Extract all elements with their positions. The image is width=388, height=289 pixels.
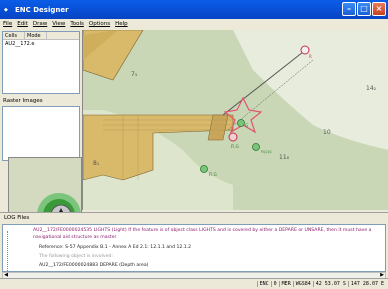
depth-label: 11₈ xyxy=(279,154,290,161)
close-button[interactable]: × xyxy=(372,2,386,16)
maximize-button[interactable]: □ xyxy=(357,2,371,16)
menu-options[interactable]: Options xyxy=(89,21,110,27)
menu-tools[interactable]: Tools xyxy=(70,21,84,27)
status-longitude: 147 28.07 E xyxy=(347,281,386,287)
status-count: 0 xyxy=(270,281,279,287)
window-title: ENC Designer xyxy=(15,5,69,14)
log-entry-reference[interactable]: Reference: S-57 Appendix B.1 - Annex A E… xyxy=(39,245,191,250)
buoy-label: G xyxy=(245,123,248,128)
log-list[interactable]: AU2__172/FE0000024535 LIGHTS (Light) If … xyxy=(2,224,386,272)
status-latitude: 42 53.07 S xyxy=(312,281,348,287)
mode-column-header[interactable]: Mode xyxy=(25,32,47,39)
raster-images-list[interactable] xyxy=(2,106,80,161)
menu-view[interactable]: View xyxy=(52,21,65,27)
status-projection: MER xyxy=(278,281,293,287)
log-panel: LOG Files AU2__172/FE0000024535 LIGHTS (… xyxy=(0,212,388,279)
buoy-label: R xyxy=(309,54,312,59)
depth-label: 14₂ xyxy=(366,85,377,92)
depth-label: 7₅ xyxy=(131,71,138,78)
log-entry-error[interactable]: AU2__172/FE0000024535 LIGHTS (Light) If … xyxy=(33,228,372,233)
status-enc: ENC xyxy=(256,281,271,287)
title-bar[interactable]: ◆ ENC Designer – □ × xyxy=(0,0,388,19)
buoy-label: Fl(2)G xyxy=(261,150,272,154)
status-bar: ENC 0 MER WGS84 42 53.07 S 147 28.07 E xyxy=(0,278,388,289)
buoy-label: Fl.G xyxy=(209,172,217,177)
log-files-title: LOG Files xyxy=(4,215,30,221)
menu-draw[interactable]: Draw xyxy=(33,21,47,27)
menu-file[interactable]: File xyxy=(3,21,12,27)
cells-list-header: Cells Mode xyxy=(3,32,79,40)
menu-help[interactable]: Help xyxy=(115,21,128,27)
status-datum: WGS84 xyxy=(292,281,313,287)
log-entry-error-cont: navigational aid structure as master xyxy=(33,235,117,240)
cell-row[interactable]: AU2__172.e xyxy=(3,40,79,48)
log-entry-depare[interactable]: AU2__172/FE0000024883 DEPARE (Depth area… xyxy=(39,263,148,268)
cells-list[interactable]: Cells Mode AU2__172.e xyxy=(2,31,80,94)
app-icon: ◆ xyxy=(4,6,8,13)
buoy-label: Fl.G xyxy=(231,144,239,149)
raster-images-label: Raster Images xyxy=(3,98,43,104)
log-entry-involved: The following object is involved: xyxy=(39,254,113,259)
menu-bar: File Edit Draw View Tools Options Help xyxy=(0,19,388,29)
chart-map-view[interactable]: 7₅ 14₂ 8₁ 11₈ 10 R G Fl.G Fl(2)G Fl.G xyxy=(82,30,388,210)
left-panel: Cells Mode AU2__172.e Raster Images xyxy=(0,30,82,240)
depth-label: 10 xyxy=(323,129,331,136)
window-controls: – □ × xyxy=(342,2,386,16)
menu-edit[interactable]: Edit xyxy=(17,21,28,27)
app-window: ◆ ENC Designer – □ × File Edit Draw View… xyxy=(0,0,388,289)
minimize-button[interactable]: – xyxy=(342,2,356,16)
cells-column-header[interactable]: Cells xyxy=(3,32,25,39)
depth-label: 8₁ xyxy=(93,160,100,167)
